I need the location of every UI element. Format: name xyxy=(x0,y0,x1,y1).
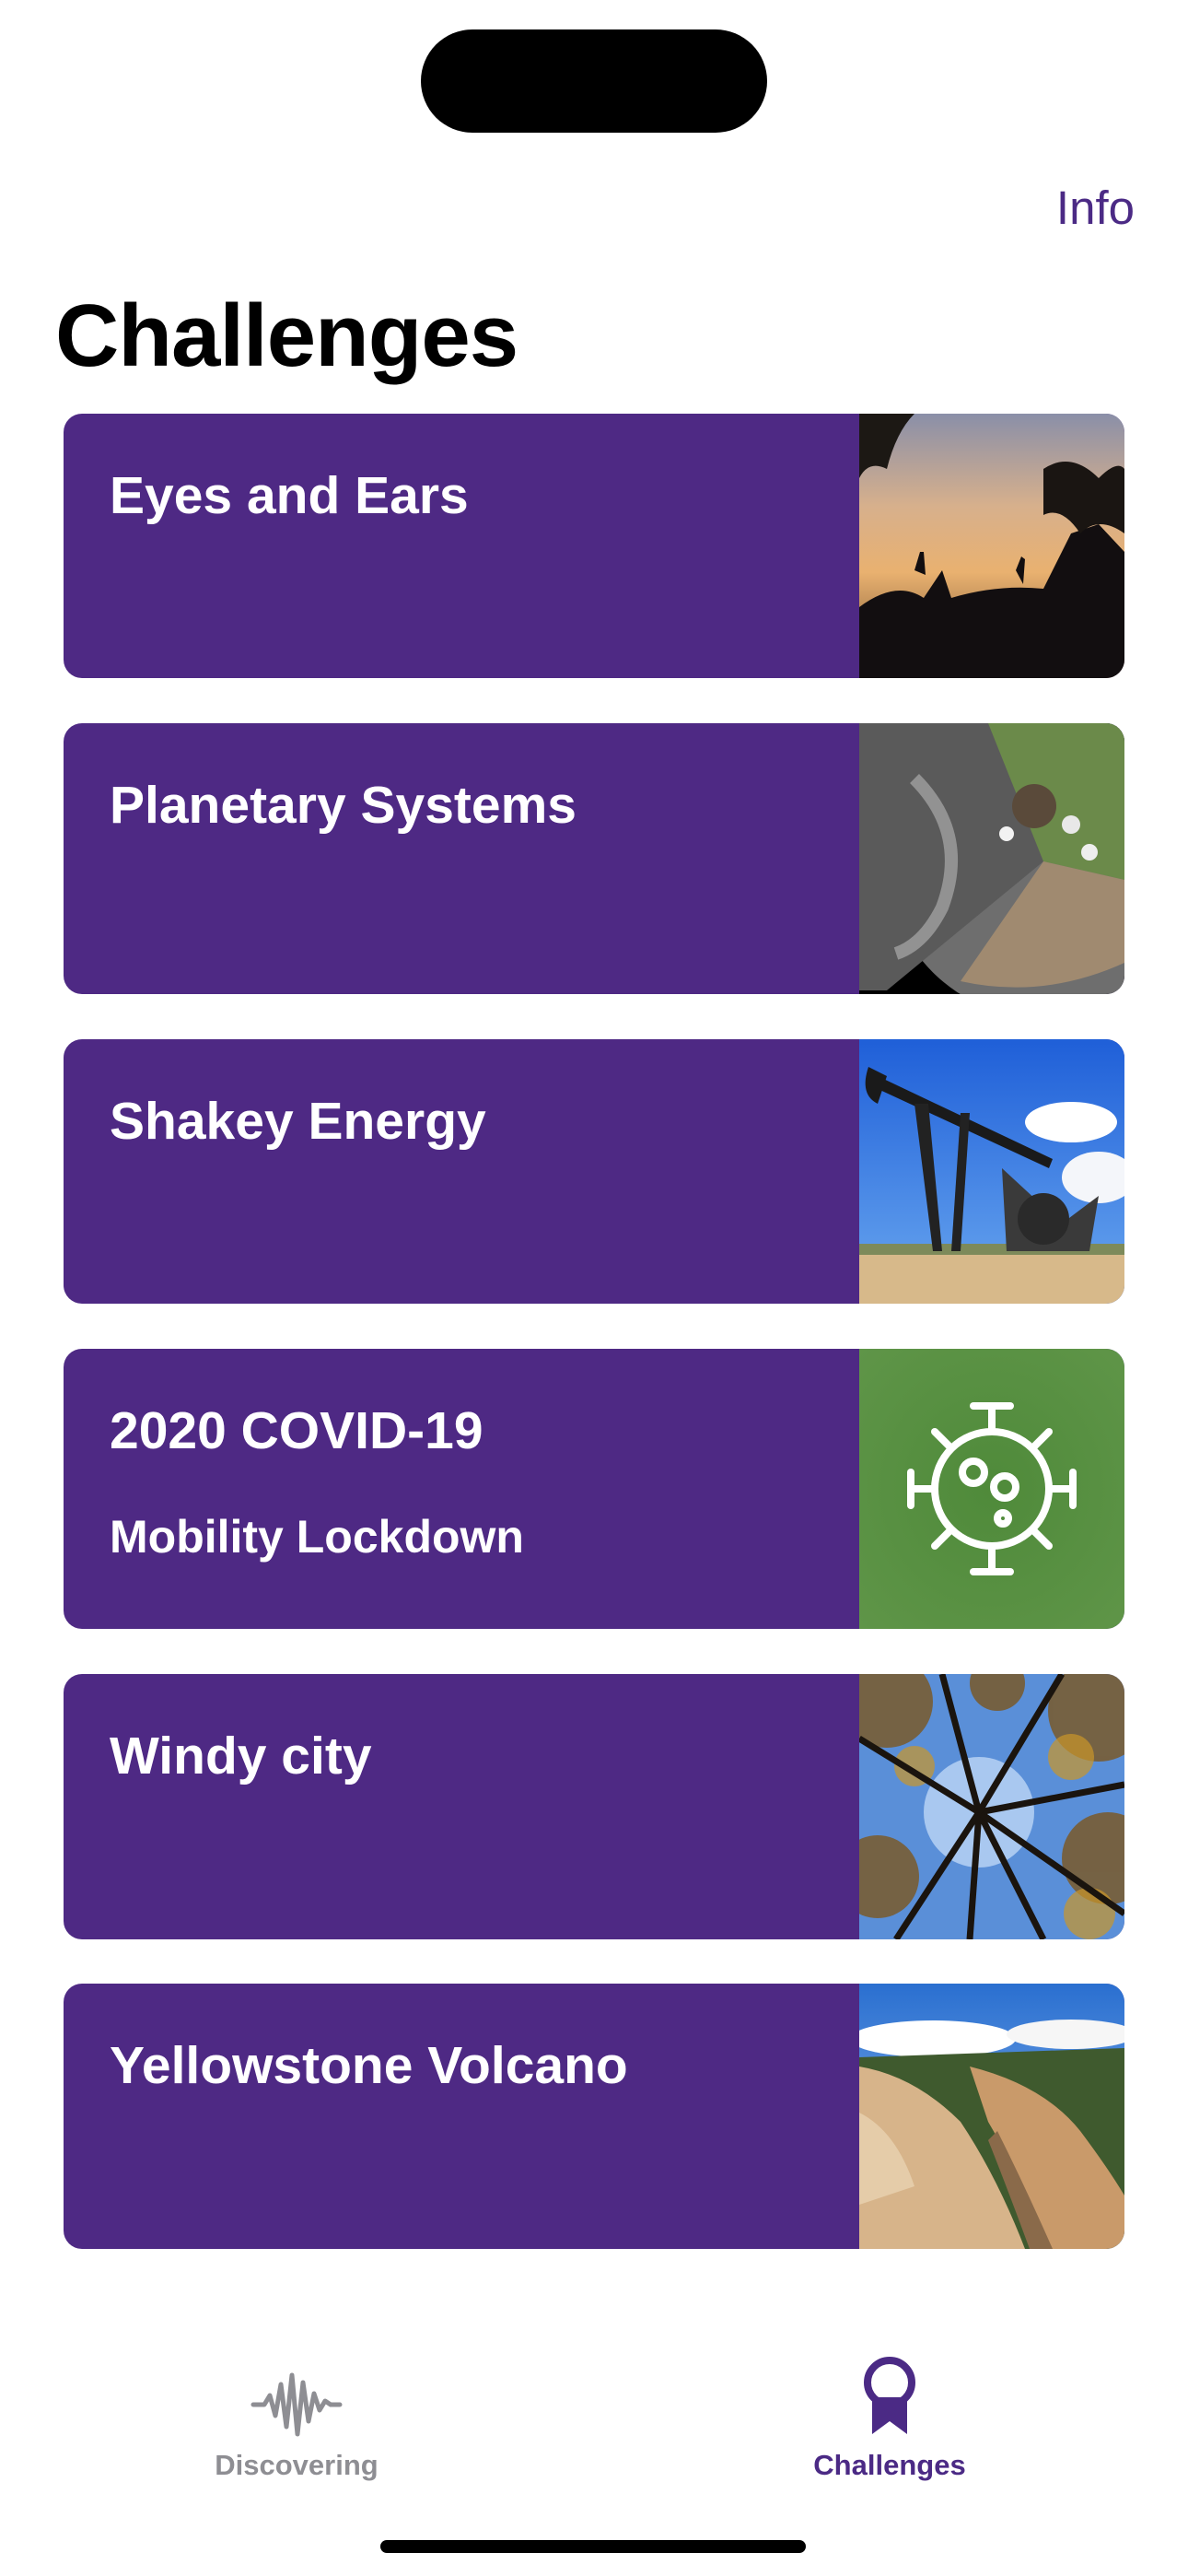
waveform-icon xyxy=(246,2349,347,2441)
virus-icon xyxy=(859,1349,1124,1629)
tab-label: Discovering xyxy=(215,2449,379,2481)
oil-pumpjack-image xyxy=(859,1039,1124,1304)
page-title: Challenges xyxy=(55,287,518,385)
tab-label: Challenges xyxy=(813,2449,966,2481)
tab-challenges[interactable]: Challenges xyxy=(751,2331,1028,2497)
challenge-title: Eyes and Ears xyxy=(110,466,469,525)
challenge-card-windy-city[interactable]: Windy city xyxy=(64,1674,1124,1939)
challenge-subtitle: Mobility Lockdown xyxy=(110,1511,524,1563)
challenge-title: Windy city xyxy=(110,1727,372,1786)
tab-bar: Discovering Challenges xyxy=(0,2331,1188,2515)
dynamic-island xyxy=(421,29,767,133)
challenge-title: Shakey Energy xyxy=(110,1092,486,1151)
tab-discovering[interactable]: Discovering xyxy=(158,2331,435,2497)
challenge-card-planetary-systems[interactable]: Planetary Systems xyxy=(64,723,1124,994)
award-ribbon-icon xyxy=(839,2349,940,2441)
canyon-image xyxy=(859,1984,1124,2249)
savanna-sunset-image xyxy=(859,414,1124,678)
challenge-title: 2020 COVID-19 xyxy=(110,1401,483,1460)
challenge-card-eyes-and-ears[interactable]: Eyes and Ears xyxy=(64,414,1124,678)
challenge-title: Yellowstone Volcano xyxy=(110,2036,628,2095)
challenge-card-covid-19[interactable]: 2020 COVID-19 Mobility Lockdown xyxy=(64,1349,1124,1629)
planets-collage-image xyxy=(859,723,1124,994)
challenge-card-shakey-energy[interactable]: Shakey Energy xyxy=(64,1039,1124,1304)
info-button[interactable]: Info xyxy=(1056,181,1135,235)
challenge-title: Planetary Systems xyxy=(110,776,577,835)
challenge-card-yellowstone-volcano[interactable]: Yellowstone Volcano xyxy=(64,1984,1124,2249)
home-indicator xyxy=(380,2540,806,2553)
forest-canopy-image xyxy=(859,1674,1124,1939)
